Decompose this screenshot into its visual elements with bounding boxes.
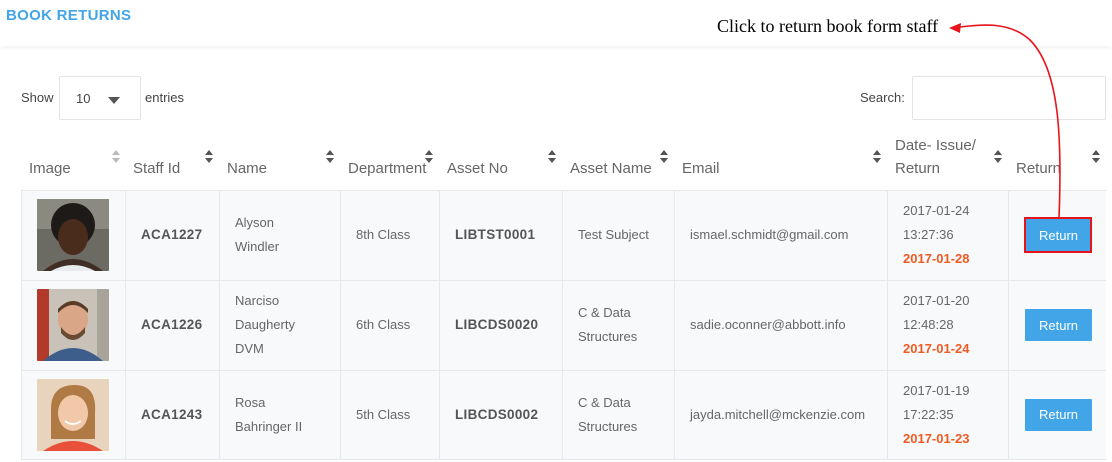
issue-time: 13:27:36 [903,227,954,242]
asset-name-line: C & Data [578,305,631,320]
issue-date: 2017-01-20 [903,293,970,308]
column-header-label: Department [348,160,427,177]
name-line: Alyson [235,215,275,230]
page-title: BOOK RETURNS [6,7,132,24]
staff-name: Rosa Bahringer II [219,370,340,459]
staff-id: ACA1243 [125,370,219,459]
return-date: 2017-01-24 [903,341,970,356]
column-header-name[interactable]: Name [219,136,340,190]
sort-icon [425,150,433,164]
date-cell: 2017-01-19 17:22:35 2017-01-23 [887,370,1008,459]
asset-no: LIBCDS0020 [439,280,562,370]
staff-name: Narciso Daugherty DVM [219,280,340,370]
name-line: Rosa [235,394,266,410]
table-bottom-border [21,459,1106,460]
asset-name-line: Structures [578,329,638,344]
column-header-asset-name[interactable]: Asset Name [562,136,674,190]
sort-icon [326,150,334,164]
column-header-asset-no[interactable]: Asset No [439,136,562,190]
issue-date: 2017-01-24 [903,203,970,218]
column-header-date[interactable]: Date- Issue/ Return [887,136,1008,190]
department: 5th Class [340,370,439,459]
column-header-label: Asset No [447,160,508,177]
column-header-label: Return [1016,160,1062,177]
asset-name-line: C & Data [578,394,631,410]
asset-name: C & Data Structures [562,370,674,459]
column-header-staff-id[interactable]: Staff Id [125,136,219,190]
column-header-label: Image [29,160,71,177]
chevron-down-icon [108,97,120,104]
column-header-email[interactable]: Email [674,136,887,190]
column-header-label: Email [682,160,720,177]
email: ismael.schmidt@gmail.com [674,190,887,280]
department: 6th Class [340,280,439,370]
issue-date: 2017-01-19 [903,382,970,398]
entries-select-value: 10 [76,91,91,106]
column-header-label: Asset Name [570,160,652,177]
email: sadie.oconner@abbott.info [674,280,887,370]
entries-select[interactable]: 10 [59,76,141,120]
entries-label: entries [145,90,185,105]
return-date: 2017-01-23 [903,430,970,446]
column-header-label: Name [227,160,268,177]
search-label: Search: [860,90,905,105]
table-row: ACA1243 Rosa Bahringer II 5th Class LIBCD… [21,370,1106,459]
email: jayda.mitchell@mckenzie.com [674,370,887,459]
asset-name-line: Structures [578,418,638,434]
staff-name: Alyson Windler [219,190,340,280]
return-date: 2017-01-28 [903,251,970,266]
column-header-image[interactable]: Image [21,136,125,190]
issue-time: 17:22:35 [903,406,954,422]
highlight-box [1024,217,1092,253]
annotation-text: Click to return book form staff [717,16,939,36]
sort-icon [660,150,668,164]
return-button[interactable]: Return [1025,398,1092,431]
table-row: ACA1226 Narciso Daugherty DVM 6th Class LI… [21,280,1106,370]
column-header-return[interactable]: Return [1008,136,1106,190]
sort-icon [1092,150,1100,164]
show-label: Show [21,90,54,105]
asset-no: LIBCDS0002 [439,370,562,459]
name-line: Bahringer II [235,418,303,434]
sort-icon [873,150,881,164]
issue-time: 12:48:28 [903,317,954,332]
table-row: ACA1227 Alyson Windler 8th Class LIBTST00… [21,190,1106,280]
column-header-department[interactable]: Department [340,136,439,190]
name-line: Daugherty [235,317,295,332]
sort-icon [112,150,120,164]
name-line: Narciso [235,293,280,308]
department: 8th Class [340,190,439,280]
name-line: Windler [235,239,280,254]
asset-name: Test Subject [562,190,674,280]
top-bar: BOOK RETURNS [0,0,1112,46]
avatar [37,378,109,451]
staff-id: ACA1227 [125,190,219,280]
search-input[interactable] [912,76,1106,120]
date-cell: 2017-01-24 13:27:36 2017-01-28 [887,190,1008,280]
avatar [37,289,109,361]
name-line: DVM [235,341,264,356]
date-cell: 2017-01-20 12:48:28 2017-01-24 [887,280,1008,370]
asset-name-line: Test Subject [578,227,649,242]
asset-name: C & Data Structures [562,280,674,370]
sort-icon [548,150,556,164]
column-header-label: Date- Issue/ Return [895,137,976,177]
avatar [37,199,109,271]
staff-id: ACA1226 [125,280,219,370]
return-button[interactable]: Return [1025,309,1092,341]
sort-icon [994,150,1002,164]
asset-no: LIBTST0001 [439,190,562,280]
column-header-label: Staff Id [133,160,181,177]
sort-icon [205,150,213,164]
